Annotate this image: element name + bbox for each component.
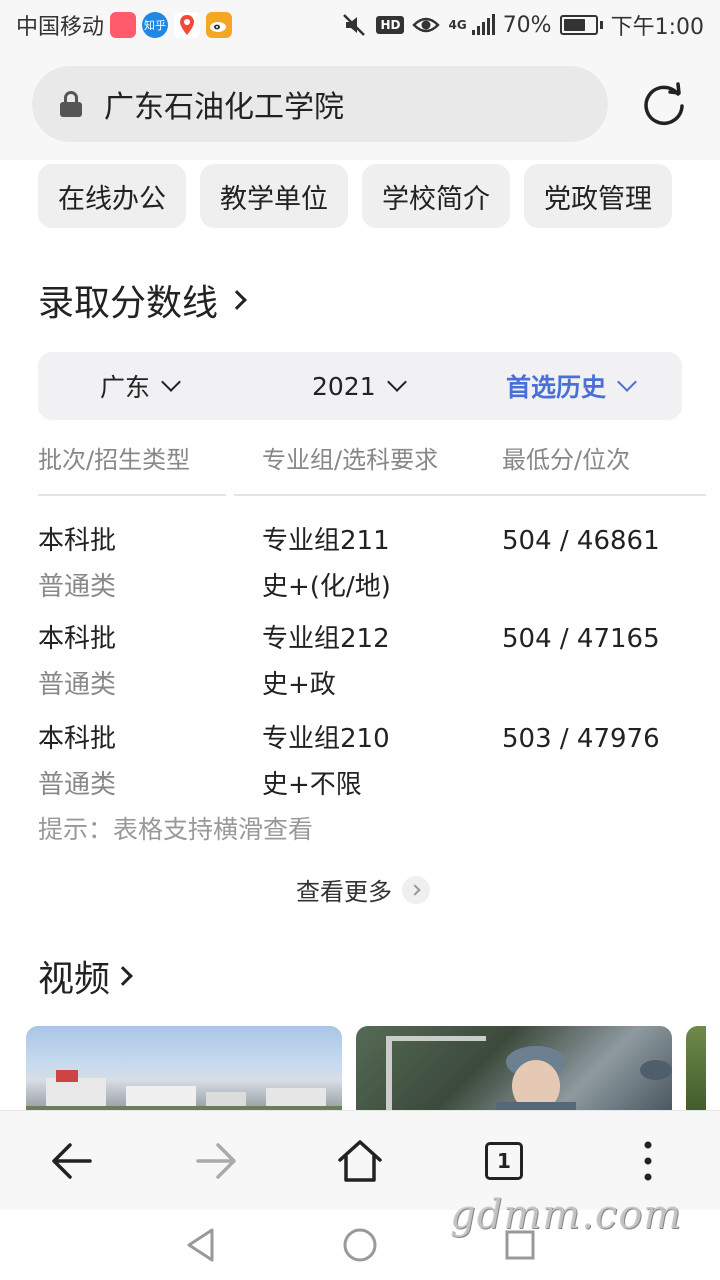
video-thumbnail[interactable] xyxy=(686,1026,706,1110)
row-batch: 本科批 xyxy=(38,724,117,754)
subject-filter[interactable]: 首选历史 xyxy=(506,352,637,420)
header-score: 最低分/位次 xyxy=(502,446,631,474)
address-title: 广东石油化工学院 xyxy=(104,90,344,125)
forward-button[interactable] xyxy=(186,1131,246,1191)
row-type: 普通类 xyxy=(38,572,117,602)
table-scroll-hint: 提示：表格支持横滑查看 xyxy=(38,815,314,844)
weibo-icon xyxy=(206,12,233,38)
nav-home-button[interactable] xyxy=(339,1224,381,1266)
year-filter[interactable]: 2021 xyxy=(312,352,407,420)
carrier-name: 中国移动 xyxy=(16,15,105,40)
row-batch: 本科批 xyxy=(38,526,117,556)
score-section-label: 录取分数线 xyxy=(38,283,219,324)
video-section-label: 视频 xyxy=(38,959,111,1000)
signal-icon xyxy=(471,14,495,35)
nav-back-button[interactable] xyxy=(180,1224,222,1266)
table-row: 本科批普通类 专业组212 史+政 504 / 47165 xyxy=(14,616,706,712)
row-requirement: 史+政 xyxy=(262,670,336,700)
quick-link-party-admin[interactable]: 党政管理 xyxy=(524,164,672,228)
reload-button[interactable] xyxy=(636,76,692,132)
row-requirement: 史+不限 xyxy=(262,770,362,800)
reload-icon xyxy=(644,82,684,126)
campus-image xyxy=(26,1070,342,1110)
military-training-image xyxy=(386,1036,672,1110)
home-button[interactable] xyxy=(330,1131,390,1191)
battery-tip xyxy=(599,21,603,29)
battery-level xyxy=(563,19,585,31)
header-divider xyxy=(38,494,226,496)
tabs-icon: 1 xyxy=(485,1142,523,1180)
quick-link-school-intro[interactable]: 学校简介 xyxy=(362,164,510,228)
quick-link-teaching-units[interactable]: 教学单位 xyxy=(200,164,348,228)
page-content: 在线办公 教学单位 学校简介 党政管理 录取分数线 广东 2021 首选历史 批… xyxy=(14,160,706,1110)
clock: 下午1:00 xyxy=(610,15,704,40)
view-more-link[interactable]: 查看更多 xyxy=(296,872,430,907)
arrow-right-icon xyxy=(196,1143,236,1179)
eye-icon xyxy=(412,17,441,33)
watermark: gdmm.com xyxy=(450,1192,683,1238)
tabs-button[interactable]: 1 xyxy=(474,1131,534,1191)
row-score: 504 / 46861 xyxy=(502,526,660,556)
row-group: 专业组212 xyxy=(262,624,390,654)
row-group: 专业组211 xyxy=(262,526,390,556)
video-thumbnail[interactable] xyxy=(26,1026,342,1110)
chevron-right-icon xyxy=(227,290,247,310)
tab-count: 1 xyxy=(497,1149,511,1173)
lock-icon xyxy=(60,91,82,117)
subject-filter-label: 首选历史 xyxy=(506,373,607,402)
video-list xyxy=(26,1026,706,1110)
mute-icon xyxy=(343,14,366,36)
map-pin-icon xyxy=(174,12,201,38)
score-section-title[interactable]: 录取分数线 xyxy=(38,274,247,326)
table-row: 本科批普通类 专业组210 史+不限 503 / 47976 xyxy=(14,716,706,812)
menu-button[interactable] xyxy=(618,1131,678,1191)
chevron-down-icon xyxy=(617,372,637,392)
triangle-back-icon xyxy=(187,1228,214,1262)
hd-badge: HD xyxy=(376,16,405,34)
circle-home-icon xyxy=(343,1228,377,1262)
row-type: 普通类 xyxy=(38,770,117,800)
quick-link-online-office[interactable]: 在线办公 xyxy=(38,164,186,228)
more-vertical-icon xyxy=(644,1141,652,1181)
status-right: HD 4G 70% 下午1:00 xyxy=(342,9,704,41)
province-filter[interactable]: 广东 xyxy=(100,352,181,420)
header-batch: 批次/招生类型 xyxy=(38,446,191,474)
year-filter-label: 2021 xyxy=(312,371,376,401)
network-type: 4G xyxy=(448,18,467,32)
address-bar[interactable]: 广东石油化工学院 xyxy=(32,66,608,142)
chevron-down-icon xyxy=(386,372,407,392)
battery-percent: 70% xyxy=(502,12,552,38)
status-bar: 中国移动 知乎 HD 4G 70% 下午1:00 xyxy=(0,0,720,50)
header-divider xyxy=(234,494,706,496)
chevron-right-icon xyxy=(402,875,430,904)
battery-icon xyxy=(559,15,598,35)
row-requirement: 史+(化/地) xyxy=(262,572,391,602)
header-group: 专业组/选科要求 xyxy=(262,446,439,474)
status-left: 中国移动 知乎 xyxy=(16,9,233,41)
address-area: 广东石油化工学院 xyxy=(0,50,720,160)
table-row: 本科批普通类 专业组211 史+(化/地) 504 / 46861 xyxy=(14,518,706,614)
row-type: 普通类 xyxy=(38,670,117,700)
chevron-right-icon xyxy=(113,966,133,986)
video-section-title[interactable]: 视频 xyxy=(38,950,133,1002)
taobao-icon xyxy=(110,12,137,38)
zhihu-icon: 知乎 xyxy=(142,12,169,38)
video-thumbnail[interactable] xyxy=(356,1026,672,1110)
province-filter-label: 广东 xyxy=(100,373,151,402)
row-score: 504 / 47165 xyxy=(502,624,660,654)
view-more-label: 查看更多 xyxy=(296,878,392,906)
table-header: 批次/招生类型 专业组/选科要求 最低分/位次 xyxy=(14,440,706,498)
home-icon xyxy=(338,1140,382,1182)
row-score: 503 / 47976 xyxy=(502,724,660,754)
chevron-down-icon xyxy=(161,372,181,392)
back-button[interactable] xyxy=(42,1131,102,1191)
row-batch: 本科批 xyxy=(38,624,117,654)
row-group: 专业组210 xyxy=(262,724,390,754)
quick-links: 在线办公 教学单位 学校简介 党政管理 xyxy=(38,164,672,228)
filter-bar: 广东 2021 首选历史 xyxy=(38,352,682,420)
arrow-left-icon xyxy=(52,1143,92,1179)
